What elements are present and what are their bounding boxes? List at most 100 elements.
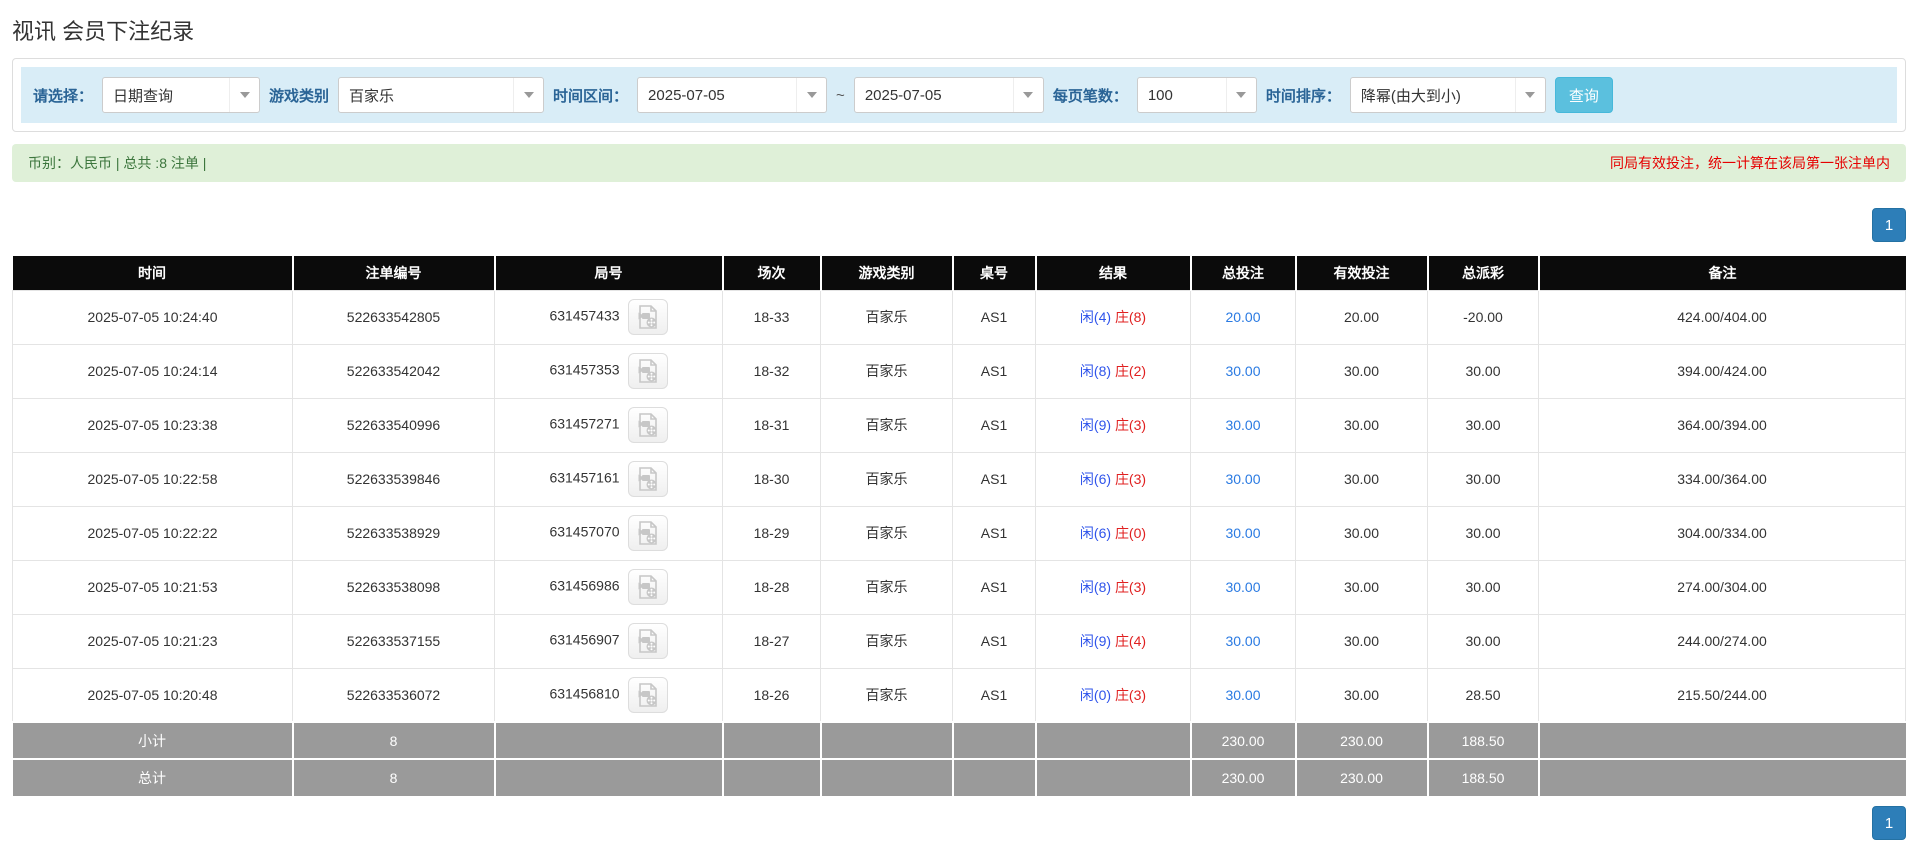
total-empty-cell — [952, 758, 1037, 796]
cell-round-id: 631457433 — [494, 289, 723, 345]
page-size-dropdown[interactable]: 100 — [1136, 77, 1257, 113]
total-empty-cell — [494, 758, 724, 796]
total-bet-link[interactable]: 30.00 — [1225, 363, 1260, 379]
date-from-picker[interactable]: 2025-07-05 — [637, 77, 828, 113]
cell-table-no: AS1 — [952, 343, 1036, 399]
round-id-text: 631457271 — [549, 415, 620, 432]
subtotal-empty-cell — [952, 721, 1037, 759]
subtotal-valid-bet: 230.00 — [1295, 721, 1429, 759]
bet-records-table: 时间 注单编号 局号 场次 游戏类别 桌号 结果 总投注 有效投注 总派彩 备注 2025-07-0… — [12, 256, 1906, 796]
subtotal-empty-cell — [722, 721, 822, 759]
cell-bet-id: 522633538929 — [292, 505, 495, 561]
cell-result: 闲(6) 庄(0) — [1035, 505, 1191, 561]
game-type-dropdown[interactable]: 百家乐 — [338, 77, 545, 113]
column-header-10: 备注 — [1538, 256, 1906, 290]
game-type-label: 游戏类别 — [269, 87, 330, 105]
round-id-text: 631456907 — [549, 631, 620, 648]
cell-valid-bet: 30.00 — [1295, 397, 1428, 453]
subtotal-empty-cell — [820, 721, 954, 759]
cell-payout: 30.00 — [1427, 505, 1539, 561]
page-container: 视讯 会员下注纪录 请选择： 日期查询 游戏类别 百家乐 时间区间： 2025-… — [0, 14, 1918, 840]
cell-payout: 28.50 — [1427, 667, 1539, 723]
total-valid-bet: 230.00 — [1295, 758, 1429, 796]
video-replay-button[interactable] — [627, 676, 668, 713]
cell-session: 18-29 — [722, 505, 821, 561]
cell-valid-bet: 30.00 — [1295, 451, 1428, 507]
column-header-8: 有效投注 — [1295, 256, 1429, 290]
result-banker: 庄(4) — [1114, 633, 1147, 649]
chevron-down-icon — [1514, 78, 1545, 112]
video-file-icon — [638, 305, 657, 329]
date-to-value: 2025-07-05 — [864, 86, 942, 104]
video-file-icon — [638, 467, 657, 491]
table-row: 2025-07-05 10:22:22 522633538929 6314570… — [12, 505, 1906, 561]
cell-bet-id: 522633537155 — [292, 613, 495, 669]
column-header-2: 局号 — [494, 256, 724, 290]
total-empty-cell — [722, 758, 822, 796]
table-row: 2025-07-05 10:23:38 522633540996 6314572… — [12, 397, 1906, 453]
result-player: 闲(9) — [1079, 417, 1112, 433]
total-bet-link[interactable]: 30.00 — [1225, 579, 1260, 595]
video-replay-button[interactable] — [627, 623, 668, 659]
page-1-button[interactable]: 1 — [1872, 806, 1906, 840]
total-bet-link[interactable]: 30.00 — [1225, 687, 1260, 703]
page-1-button[interactable]: 1 — [1872, 208, 1906, 242]
cell-result: 闲(9) 庄(4) — [1035, 613, 1191, 669]
total-bet-link[interactable]: 30.00 — [1225, 471, 1260, 487]
cell-total-bet: 30.00 — [1190, 505, 1296, 561]
cell-game-type: 百家乐 — [820, 559, 953, 615]
video-replay-button[interactable] — [627, 407, 668, 443]
video-replay-button[interactable] — [627, 299, 668, 335]
total-bet-link[interactable]: 20.00 — [1225, 309, 1260, 325]
video-replay-button[interactable] — [627, 569, 668, 605]
cell-table-no: AS1 — [952, 451, 1036, 507]
result-banker: 庄(3) — [1114, 579, 1147, 595]
cell-bet-id: 522633542042 — [292, 343, 495, 399]
cell-payout: -20.00 — [1427, 289, 1539, 345]
query-type-dropdown[interactable]: 日期查询 — [102, 77, 261, 113]
cell-round-id: 631457070 — [494, 505, 723, 561]
table-row: 2025-07-05 10:24:14 522633542042 6314573… — [12, 343, 1906, 399]
video-replay-button[interactable] — [627, 461, 668, 497]
cell-payout: 30.00 — [1427, 559, 1539, 615]
video-file-icon — [638, 521, 657, 545]
cell-game-type: 百家乐 — [820, 343, 953, 399]
subtotal-payout: 188.50 — [1427, 721, 1540, 759]
cell-remark: 304.00/334.00 — [1538, 505, 1906, 561]
total-bet-link[interactable]: 30.00 — [1225, 525, 1260, 541]
cell-table-no: AS1 — [952, 289, 1036, 345]
summary-bar: 币别：人民币 | 总共 :8 注单 | 同局有效投注，统一计算在该局第一张注单内 — [12, 144, 1906, 182]
round-id-text: 631457433 — [549, 307, 620, 324]
sort-order-dropdown[interactable]: 降幂(由大到小) — [1349, 77, 1546, 113]
cell-game-type: 百家乐 — [820, 667, 953, 723]
date-to-picker[interactable]: 2025-07-05 — [853, 77, 1044, 113]
cell-valid-bet: 30.00 — [1295, 343, 1428, 399]
total-bet-link[interactable]: 30.00 — [1225, 417, 1260, 433]
video-replay-button[interactable] — [627, 515, 668, 551]
currency-total-text: 币别：人民币 | 总共 :8 注单 | — [28, 155, 207, 171]
subtotal-empty-cell — [1035, 721, 1192, 759]
cell-bet-id: 522633539846 — [292, 451, 495, 507]
total-bet-link[interactable]: 30.00 — [1225, 633, 1260, 649]
search-button[interactable]: 查询 — [1554, 77, 1613, 113]
cell-table-no: AS1 — [952, 559, 1036, 615]
total-count: 8 — [292, 758, 496, 796]
cell-remark: 424.00/404.00 — [1538, 289, 1906, 345]
cell-session: 18-28 — [722, 559, 821, 615]
cell-game-type: 百家乐 — [820, 397, 953, 453]
result-player: 闲(4) — [1079, 309, 1112, 325]
pagination-bottom: 1 — [12, 806, 1906, 840]
video-replay-button[interactable] — [627, 353, 668, 389]
result-player: 闲(6) — [1079, 525, 1112, 541]
result-banker: 庄(3) — [1114, 471, 1147, 487]
cell-bet-id: 522633538098 — [292, 559, 495, 615]
cell-time: 2025-07-05 10:22:22 — [12, 505, 293, 561]
query-type-value: 日期查询 — [113, 87, 174, 105]
chevron-down-icon — [513, 78, 543, 112]
page-title: 视讯 会员下注纪录 — [12, 19, 195, 44]
cell-remark: 334.00/364.00 — [1538, 451, 1906, 507]
subtotal-row: 小计 8 230.00 230.00 188.50 — [12, 721, 1906, 759]
cell-payout: 30.00 — [1427, 613, 1539, 669]
cell-bet-id: 522633542805 — [292, 289, 495, 345]
cell-total-bet: 30.00 — [1190, 559, 1296, 615]
